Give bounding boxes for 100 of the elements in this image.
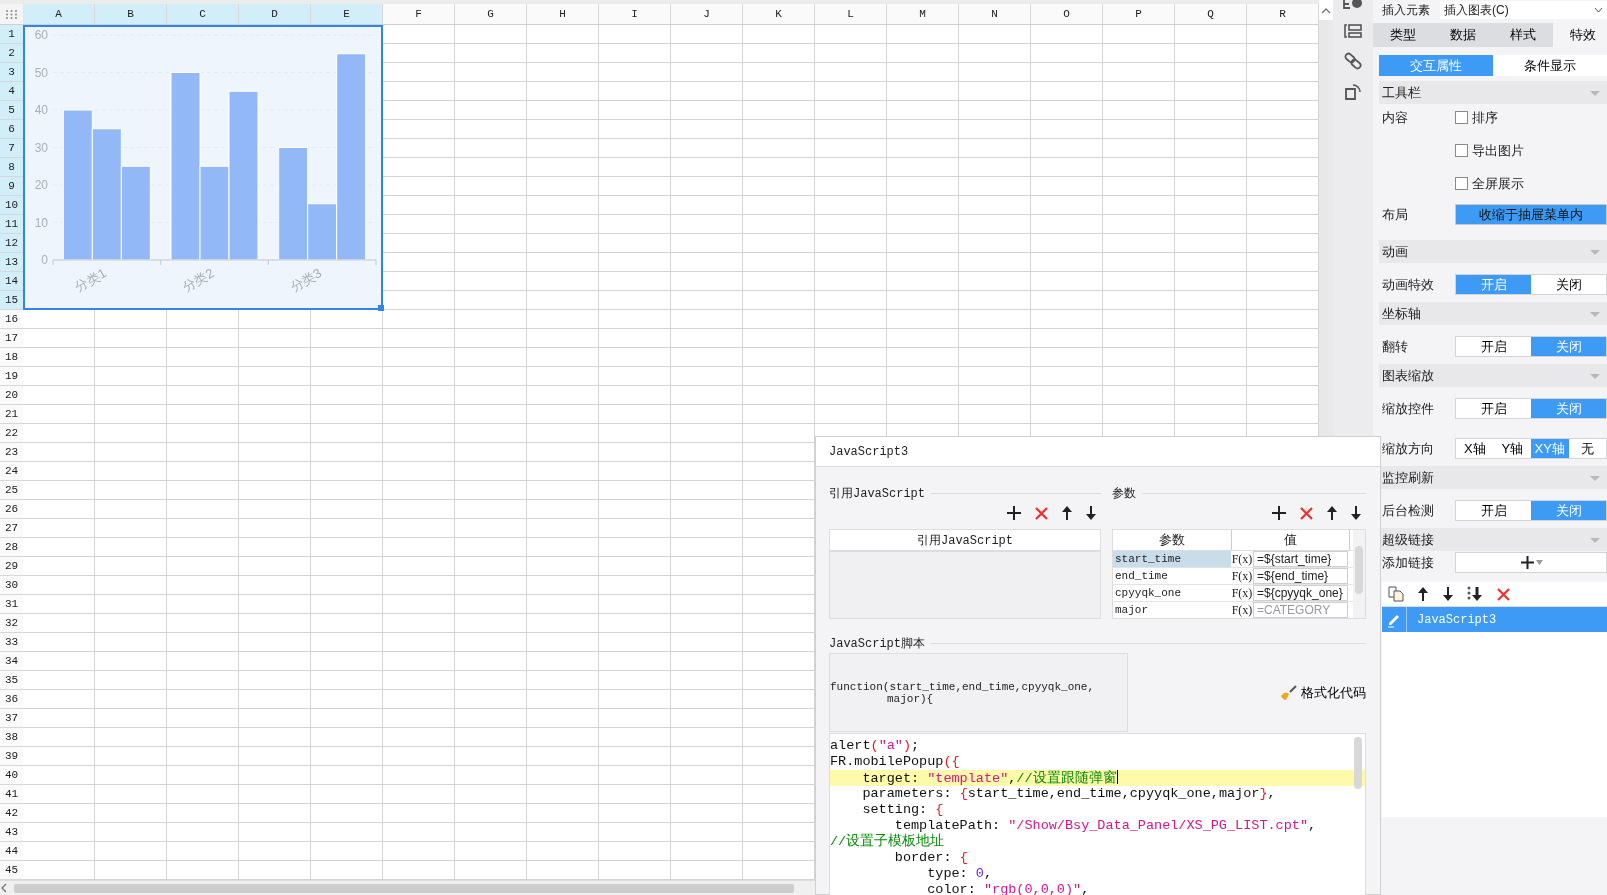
row-number[interactable]: 43 xyxy=(0,823,23,842)
column-header[interactable]: M xyxy=(887,4,959,24)
row-number[interactable]: 20 xyxy=(0,386,23,405)
up-arrow-icon[interactable] xyxy=(1326,505,1338,521)
table-cell[interactable]: cpyyqk_one xyxy=(1113,585,1231,601)
row-number[interactable]: 13 xyxy=(0,253,23,272)
add-icon[interactable] xyxy=(1006,505,1022,521)
row-number[interactable]: 4 xyxy=(0,82,23,101)
add-icon[interactable] xyxy=(1271,505,1287,521)
down-arrow-icon[interactable] xyxy=(1350,505,1362,521)
row-number[interactable]: 27 xyxy=(0,519,23,538)
column-header[interactable]: D xyxy=(239,4,311,24)
row-number[interactable]: 37 xyxy=(0,709,23,728)
section-header[interactable]: 监控刷新 xyxy=(1379,466,1607,489)
row-number[interactable]: 16 xyxy=(0,310,23,329)
grid-icon[interactable] xyxy=(6,9,17,19)
tab[interactable]: 特效 xyxy=(1553,23,1607,47)
row-number[interactable]: 35 xyxy=(0,671,23,690)
column-header[interactable]: L xyxy=(815,4,887,24)
row-number[interactable]: 42 xyxy=(0,804,23,823)
up-arrow-icon[interactable] xyxy=(1061,505,1073,521)
column-header[interactable]: B xyxy=(95,4,167,24)
formula-button[interactable]: F(x) xyxy=(1231,602,1253,618)
value-field[interactable]: =${end_time} xyxy=(1253,568,1348,584)
row-number[interactable]: 24 xyxy=(0,462,23,481)
row-number[interactable]: 38 xyxy=(0,728,23,747)
row-number[interactable]: 41 xyxy=(0,785,23,804)
column-header[interactable]: R xyxy=(1247,4,1319,24)
rotate-page-icon[interactable] xyxy=(1344,83,1362,101)
row-number[interactable]: 28 xyxy=(0,538,23,557)
column-header[interactable]: I xyxy=(599,4,671,24)
section-header[interactable]: 坐标轴 xyxy=(1379,302,1607,325)
checkbox[interactable] xyxy=(1455,177,1468,190)
section-header[interactable]: 图表缩放 xyxy=(1379,364,1607,387)
formula-button[interactable]: F(x) xyxy=(1231,568,1253,584)
row-number[interactable]: 36 xyxy=(0,690,23,709)
row-number[interactable]: 3 xyxy=(0,63,23,82)
row-number[interactable]: 18 xyxy=(0,348,23,367)
delete-icon[interactable] xyxy=(1496,586,1511,602)
row-number[interactable]: 2 xyxy=(0,44,23,63)
scrollbar-thumb[interactable] xyxy=(1355,546,1363,594)
link-icon[interactable] xyxy=(1344,52,1362,70)
row-number[interactable]: 33 xyxy=(0,633,23,652)
layout-dropdown[interactable]: 收缩于抽屉菜单内 xyxy=(1455,204,1607,225)
down-arrow-icon[interactable] xyxy=(1442,586,1454,602)
row-number[interactable]: 8 xyxy=(0,158,23,177)
row-number[interactable]: 26 xyxy=(0,500,23,519)
format-code-button[interactable]: 格式化代码 xyxy=(1281,683,1366,702)
row-number[interactable]: 1 xyxy=(0,25,23,44)
row-number[interactable]: 6 xyxy=(0,120,23,139)
value-field[interactable]: =${cpyyqk_one} xyxy=(1253,585,1348,601)
row-number[interactable]: 9 xyxy=(0,177,23,196)
checkbox[interactable] xyxy=(1455,144,1468,157)
row-number[interactable]: 39 xyxy=(0,747,23,766)
row-number[interactable]: 34 xyxy=(0,652,23,671)
row-number[interactable]: 21 xyxy=(0,405,23,424)
column-header[interactable]: H xyxy=(527,4,599,24)
column-header[interactable]: G xyxy=(455,4,527,24)
formula-button[interactable]: F(x) xyxy=(1231,551,1253,567)
tab[interactable]: 类型 xyxy=(1373,23,1433,47)
tab[interactable]: 数据 xyxy=(1433,23,1493,47)
column-header[interactable]: K xyxy=(743,4,815,24)
row-number[interactable]: 5 xyxy=(0,101,23,120)
row-number[interactable]: 10 xyxy=(0,196,23,215)
row-number[interactable]: 7 xyxy=(0,139,23,158)
left-chevron-icon[interactable] xyxy=(0,883,8,893)
table-cell[interactable]: end_time xyxy=(1113,568,1231,584)
scrollbar-thumb[interactable] xyxy=(1354,737,1362,789)
row-number[interactable]: 14 xyxy=(0,272,23,291)
copy-icon[interactable] xyxy=(1388,586,1404,602)
section-header[interactable]: 工具栏 xyxy=(1379,81,1607,104)
row-number[interactable]: 15 xyxy=(0,291,23,310)
row-number[interactable]: 11 xyxy=(0,215,23,234)
up-chevron-icon[interactable] xyxy=(1321,6,1331,14)
move-to-bottom-icon[interactable] xyxy=(1467,586,1483,602)
column-header[interactable]: A xyxy=(23,4,95,24)
column-header[interactable]: Q xyxy=(1175,4,1247,24)
insert-dropdown[interactable]: 插入图表(C) xyxy=(1440,1,1607,19)
section-header[interactable]: 超级链接 xyxy=(1379,528,1607,551)
section-header[interactable]: 动画 xyxy=(1379,240,1607,263)
row-number[interactable]: 12 xyxy=(0,234,23,253)
tab[interactable]: 样式 xyxy=(1493,23,1553,47)
row-number[interactable]: 32 xyxy=(0,614,23,633)
row-number[interactable]: 23 xyxy=(0,443,23,462)
row-number[interactable]: 40 xyxy=(0,766,23,785)
scrollbar-thumb[interactable] xyxy=(14,883,794,893)
column-header[interactable]: E xyxy=(311,4,383,24)
add-link-button[interactable] xyxy=(1455,552,1607,573)
row-number[interactable]: 44 xyxy=(0,842,23,861)
row-number[interactable]: 19 xyxy=(0,367,23,386)
resize-handle[interactable] xyxy=(378,305,384,311)
column-header[interactable]: N xyxy=(959,4,1031,24)
column-header[interactable]: C xyxy=(167,4,239,24)
table-cell[interactable]: major xyxy=(1113,602,1231,618)
column-header[interactable]: P xyxy=(1103,4,1175,24)
column-header[interactable]: F xyxy=(383,4,455,24)
delete-icon[interactable] xyxy=(1034,505,1049,521)
row-number[interactable]: 31 xyxy=(0,595,23,614)
row-number[interactable]: 45 xyxy=(0,861,23,880)
row-number[interactable]: 25 xyxy=(0,481,23,500)
